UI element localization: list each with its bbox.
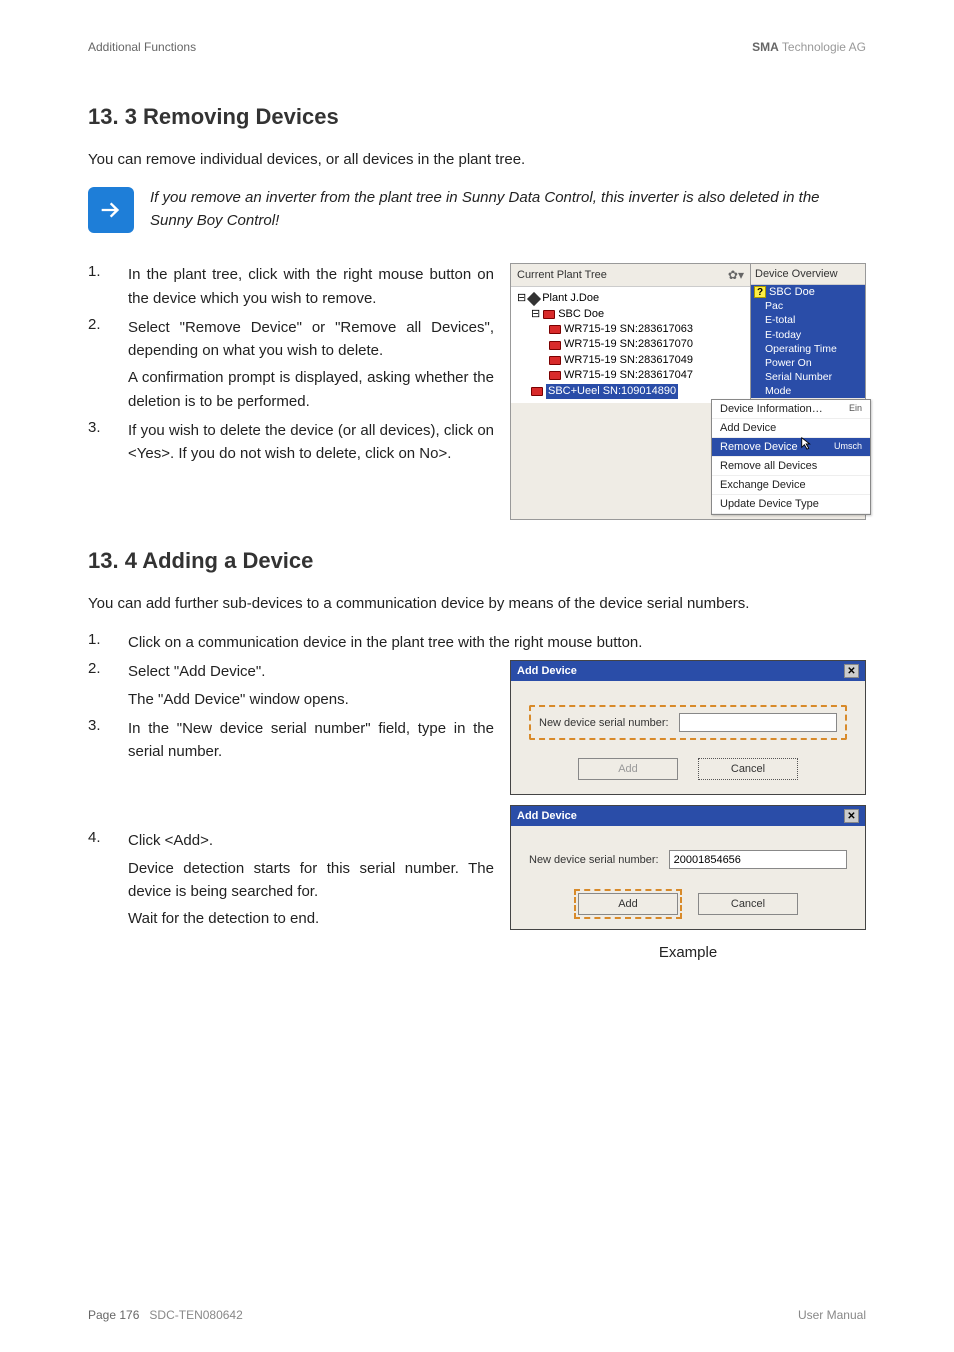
overview-item[interactable]: Operating Time — [751, 342, 865, 356]
device-icon — [549, 325, 561, 334]
device-icon — [549, 371, 561, 380]
add-device-dialog-empty: Add Device ✕ New device serial number: A… — [510, 660, 866, 795]
cancel-button[interactable]: Cancel — [698, 893, 798, 915]
step-2: 2. Select "Remove Device" or "Remove all… — [88, 316, 494, 413]
heading-removing-devices: 13. 3 Removing Devices — [88, 104, 866, 130]
tree-inv-1[interactable]: WR715-19 SN:283617063 — [517, 322, 746, 337]
page-header: Additional Functions SMA Technologie AG — [88, 40, 866, 54]
note-text: If you remove an inverter from the plant… — [150, 187, 866, 232]
overview-selected[interactable]: ?SBC Doe — [751, 285, 865, 299]
overview-item[interactable]: Mode — [751, 384, 865, 398]
gear-icon[interactable]: ✿▾ — [728, 268, 744, 282]
add-device-screenshots: Add Device ✕ New device serial number: A… — [510, 660, 866, 961]
tree-inv-2[interactable]: WR715-19 SN:283617070 — [517, 337, 746, 352]
add-button[interactable]: Add — [578, 758, 678, 780]
overview-item[interactable]: Power On — [751, 356, 865, 370]
device-icon — [543, 310, 555, 319]
tree-sbc[interactable]: ⊟ SBC Doe — [517, 307, 746, 322]
device-icon — [549, 356, 561, 365]
step2-3: 3. In the "New device serial number" fie… — [88, 717, 494, 764]
dialog-title: Add Device — [517, 810, 577, 822]
serial-input[interactable] — [679, 713, 837, 732]
step-1: 1. In the plant tree, click with the rig… — [88, 263, 494, 310]
step2-2: 2. Select "Add Device". The "Add Device"… — [88, 660, 494, 711]
arrow-right-icon — [88, 187, 134, 233]
overview-item[interactable]: Pac — [751, 299, 865, 313]
serial-input[interactable] — [669, 850, 847, 869]
ctx-remove-all[interactable]: Remove all Devices — [712, 457, 870, 476]
tree-inv-3[interactable]: WR715-19 SN:283617049 — [517, 353, 746, 368]
serial-label: New device serial number: — [529, 854, 659, 866]
step2-4: 4. Click <Add>. Device detection starts … — [88, 829, 494, 930]
section1-body: 1. In the plant tree, click with the rig… — [88, 263, 866, 520]
context-menu: Device Information…Ein Add Device Remove… — [711, 399, 871, 515]
ctx-remove-device[interactable]: Remove Device Umsch — [712, 438, 870, 457]
plant-icon — [527, 292, 541, 306]
plant-tree-screenshot: Current Plant Tree ✿▾ ⊟ Plant J.Doe ⊟ SB… — [510, 263, 866, 520]
overview-item[interactable]: E-today — [751, 328, 865, 342]
serial-label: New device serial number: — [539, 717, 669, 729]
overview-item[interactable]: E-total — [751, 313, 865, 327]
section2-body: 2. Select "Add Device". The "Add Device"… — [88, 660, 866, 961]
ctx-device-info[interactable]: Device Information…Ein — [712, 400, 870, 419]
step2-1: 1. Click on a communication device in th… — [88, 631, 866, 654]
heading-adding-device: 13. 4 Adding a Device — [88, 548, 866, 574]
device-icon — [549, 341, 561, 350]
tree-root[interactable]: ⊟ Plant J.Doe — [517, 291, 746, 306]
add-button[interactable]: Add — [578, 893, 678, 915]
tree-inv-4[interactable]: WR715-19 SN:283617047 — [517, 368, 746, 383]
overview-title: Device Overview — [751, 264, 865, 285]
dialog-title: Add Device — [517, 665, 577, 677]
tree-selected[interactable]: SBC+Ueel SN:109014890 — [517, 384, 746, 399]
steps-list-1: 1. In the plant tree, click with the rig… — [88, 263, 494, 471]
ctx-add-device[interactable]: Add Device — [712, 419, 870, 438]
plant-tree[interactable]: ⊟ Plant J.Doe ⊟ SBC Doe WR715-19 SN:2836… — [511, 287, 750, 403]
doc-code: SDC-TEN080642 — [149, 1308, 242, 1322]
cursor-icon — [800, 436, 814, 450]
note-block: If you remove an inverter from the plant… — [88, 187, 866, 233]
add-device-dialog-filled: Add Device ✕ New device serial number: A… — [510, 805, 866, 930]
close-icon[interactable]: ✕ — [844, 664, 859, 678]
header-right: SMA Technologie AG — [752, 40, 866, 54]
step-3: 3. If you wish to delete the device (or … — [88, 419, 494, 466]
page-number: Page 176 — [88, 1308, 139, 1322]
tree-title: Current Plant Tree — [517, 269, 607, 281]
intro-removing: You can remove individual devices, or al… — [88, 148, 866, 171]
close-icon[interactable]: ✕ — [844, 809, 859, 823]
example-caption: Example — [510, 944, 866, 961]
intro-adding: You can add further sub-devices to a com… — [88, 592, 866, 615]
device-icon — [531, 387, 543, 396]
footer-right: User Manual — [798, 1308, 866, 1322]
header-left: Additional Functions — [88, 40, 196, 54]
cancel-button[interactable]: Cancel — [698, 758, 798, 780]
question-icon: ? — [754, 286, 766, 298]
ctx-update-type[interactable]: Update Device Type — [712, 495, 870, 514]
ctx-exchange[interactable]: Exchange Device — [712, 476, 870, 495]
overview-item[interactable]: Serial Number — [751, 370, 865, 384]
steps-list-2: 2. Select "Add Device". The "Add Device"… — [88, 660, 494, 936]
highlighted-input-row: New device serial number: — [529, 705, 847, 740]
page-footer: Page 176 SDC-TEN080642 User Manual — [88, 1308, 866, 1322]
